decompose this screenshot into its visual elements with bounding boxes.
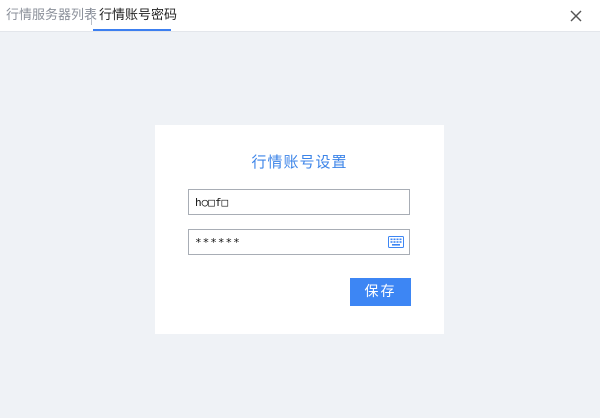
tab-divider: [91, 8, 92, 25]
keyboard-icon[interactable]: [388, 236, 404, 248]
password-field: [188, 229, 410, 255]
close-icon: [570, 10, 582, 22]
tab-account-password[interactable]: 行情账号密码: [99, 0, 177, 31]
title-bar: 行情服务器列表 行情账号密码: [0, 0, 600, 32]
card-title: 行情账号设置: [251, 153, 348, 171]
password-input[interactable]: [189, 230, 409, 254]
username-input[interactable]: [189, 190, 409, 214]
username-field: [188, 189, 410, 215]
tab-server-list[interactable]: 行情服务器列表: [6, 0, 97, 31]
close-button[interactable]: [566, 6, 586, 26]
active-tab-indicator: [93, 29, 171, 31]
save-button[interactable]: 保存: [350, 278, 411, 306]
account-settings-card: 行情账号设置 保存: [155, 125, 444, 334]
